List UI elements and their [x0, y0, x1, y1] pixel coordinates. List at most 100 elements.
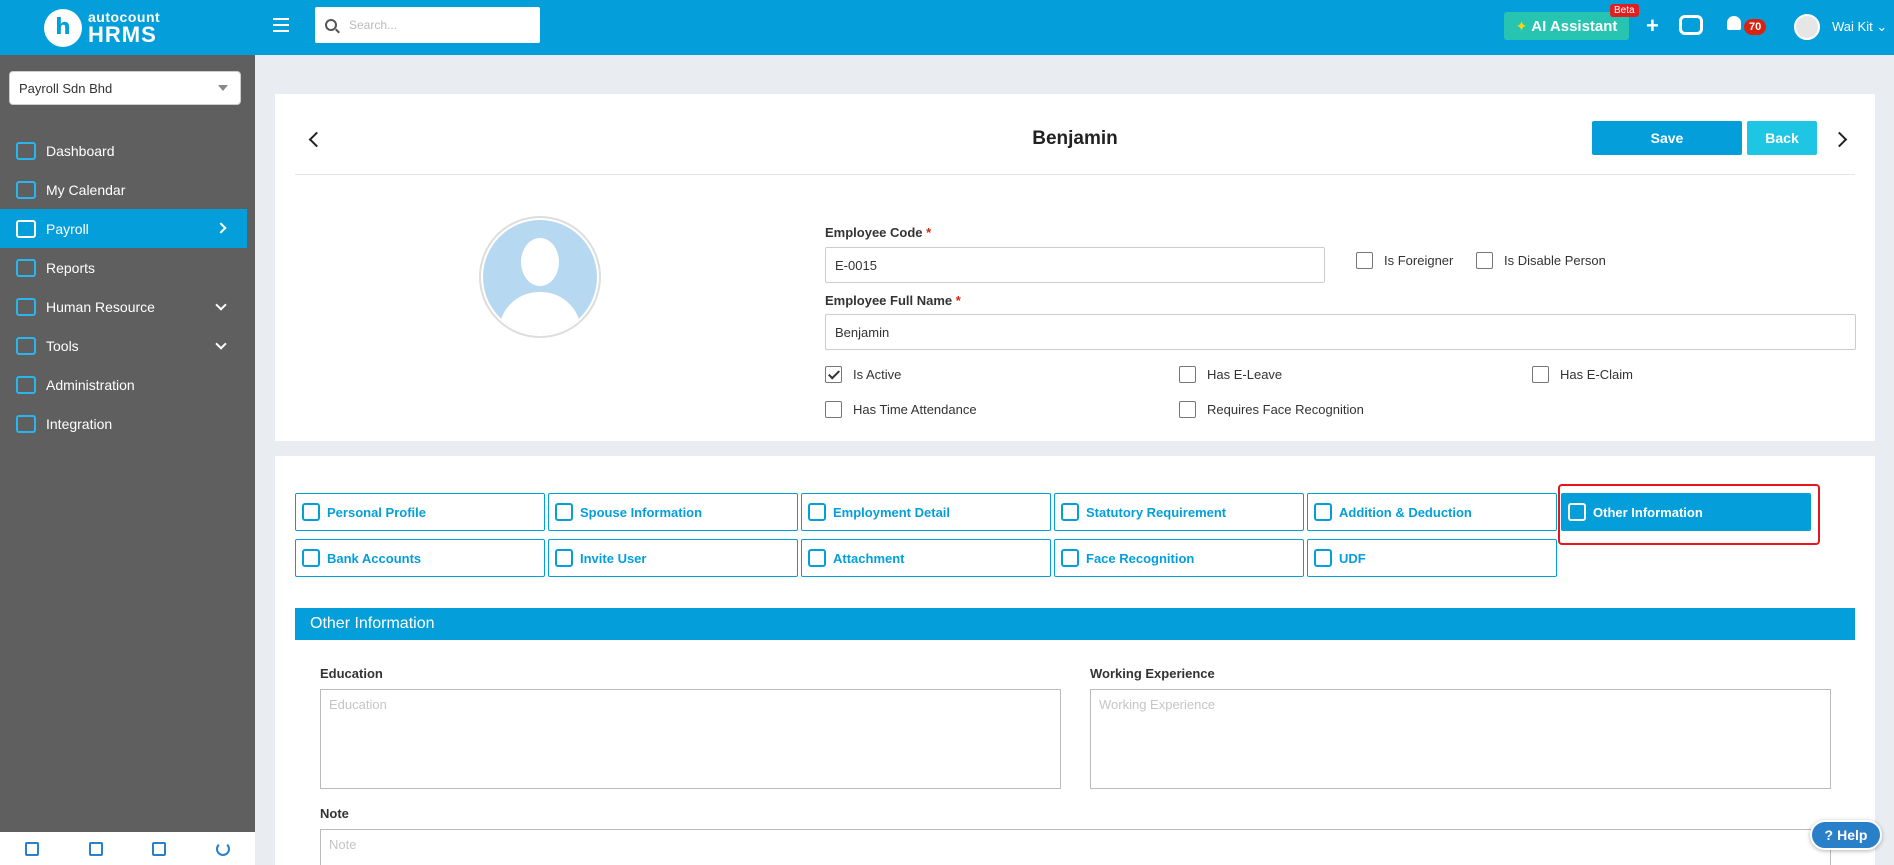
- sidebar-item-payroll[interactable]: Payroll: [0, 209, 247, 248]
- sidebar-item-tools[interactable]: Tools: [0, 326, 247, 365]
- employee-full-name-field[interactable]: [825, 314, 1856, 350]
- save-button[interactable]: Save: [1592, 121, 1742, 155]
- integration-icon: [16, 414, 36, 433]
- sidebar-item-integration[interactable]: Integration: [0, 404, 247, 443]
- company-select-value: Payroll Sdn Bhd: [19, 80, 113, 96]
- checkbox[interactable]: [825, 401, 842, 418]
- reports-icon: [16, 258, 36, 277]
- bank-icon: [302, 549, 320, 567]
- checkbox[interactable]: [1179, 366, 1196, 383]
- language-icon[interactable]: [152, 841, 167, 856]
- statutory-icon: [1061, 503, 1079, 521]
- avatar-placeholder-icon: [483, 220, 597, 334]
- tab-other-information[interactable]: Other Information: [1561, 493, 1811, 531]
- attachment-icon: [808, 549, 826, 567]
- fullscreen-icon[interactable]: [88, 841, 103, 856]
- checkbox[interactable]: [1476, 252, 1493, 269]
- sidebar: h autocount HRMS Payroll Sdn Bhd Dashboa…: [0, 0, 255, 865]
- sidebar-item-reports[interactable]: Reports: [0, 248, 247, 287]
- udf-icon: [1314, 549, 1332, 567]
- logo-mark: h: [44, 8, 82, 47]
- checkbox[interactable]: [1532, 366, 1549, 383]
- section-header-other-information: Other Information: [295, 608, 1855, 640]
- user-avatar[interactable]: [1794, 14, 1820, 40]
- checkbox[interactable]: [1356, 252, 1373, 269]
- add-icon[interactable]: +: [1646, 13, 1659, 39]
- employment-icon: [808, 503, 826, 521]
- personal-profile-icon: [302, 503, 320, 521]
- tab-attachment[interactable]: Attachment: [801, 539, 1051, 577]
- spouse-icon: [555, 503, 573, 521]
- tab-employment-detail[interactable]: Employment Detail: [801, 493, 1051, 531]
- help-icon: ?: [1824, 827, 1834, 843]
- tools-icon: [16, 336, 36, 355]
- search-input[interactable]: [349, 18, 529, 32]
- dashboard-icon: [16, 141, 36, 160]
- company-select[interactable]: Payroll Sdn Bhd: [9, 71, 241, 105]
- sidebar-nav: Dashboard My Calendar Payroll Reports Hu…: [0, 131, 247, 443]
- chevron-down-icon: [215, 338, 227, 350]
- sidebar-item-human-resource[interactable]: Human Resource: [0, 287, 247, 326]
- menu-toggle-icon[interactable]: [273, 18, 289, 32]
- education-label: Education: [320, 666, 383, 681]
- tab-personal-profile[interactable]: Personal Profile: [295, 493, 545, 531]
- human-resource-icon: [16, 297, 36, 316]
- topbar: ✦ AI Assistant Beta + 70 Wai Kit ⌄: [255, 0, 1894, 55]
- working-experience-textarea[interactable]: [1090, 689, 1831, 789]
- employee-code-label: Employee Code *: [825, 225, 932, 240]
- tab-invite-user[interactable]: Invite User: [548, 539, 798, 577]
- note-label: Note: [320, 806, 349, 821]
- administration-icon: [16, 375, 36, 394]
- chevron-right-icon: [215, 222, 227, 234]
- help-button[interactable]: ? Help: [1810, 820, 1882, 850]
- logout-icon[interactable]: [24, 841, 39, 856]
- sidebar-item-administration[interactable]: Administration: [0, 365, 247, 404]
- chevron-down-icon: [215, 299, 227, 311]
- is-foreigner-checkbox[interactable]: Is Foreigner: [1356, 252, 1453, 269]
- power-icon[interactable]: [216, 841, 231, 856]
- employee-header-card: Benjamin Save Back Employee Code * Is Fo…: [275, 94, 1875, 441]
- caret-down-icon: [218, 85, 228, 91]
- sidebar-item-my-calendar[interactable]: My Calendar: [0, 170, 247, 209]
- note-textarea[interactable]: [320, 829, 1831, 865]
- money-icon: [1314, 503, 1332, 521]
- sparkle-icon: ✦: [1515, 17, 1528, 34]
- tab-face-recognition[interactable]: Face Recognition: [1054, 539, 1304, 577]
- bell-icon[interactable]: [1727, 16, 1741, 30]
- is-active-checkbox[interactable]: Is Active: [825, 366, 901, 383]
- tab-udf[interactable]: UDF: [1307, 539, 1557, 577]
- has-time-attendance-checkbox[interactable]: Has Time Attendance: [825, 401, 977, 418]
- calendar-icon: [16, 180, 36, 199]
- is-disable-person-checkbox[interactable]: Is Disable Person: [1476, 252, 1606, 269]
- sidebar-footer: [0, 832, 255, 865]
- checkbox[interactable]: [825, 366, 842, 383]
- tab-bank-accounts[interactable]: Bank Accounts: [295, 539, 545, 577]
- search-icon: [325, 19, 337, 31]
- search-box: [315, 7, 540, 43]
- checkbox[interactable]: [1179, 401, 1196, 418]
- back-button[interactable]: Back: [1747, 121, 1817, 155]
- sidebar-item-dashboard[interactable]: Dashboard: [0, 131, 247, 170]
- invite-user-icon: [555, 549, 573, 567]
- logo[interactable]: h autocount HRMS: [0, 0, 255, 55]
- employee-photo[interactable]: [479, 216, 601, 338]
- face-recognition-icon: [1061, 549, 1079, 567]
- tab-statutory-requirement[interactable]: Statutory Requirement: [1054, 493, 1304, 531]
- sync-icon[interactable]: [1679, 15, 1703, 35]
- working-experience-label: Working Experience: [1090, 666, 1215, 681]
- tab-spouse-information[interactable]: Spouse Information: [548, 493, 798, 531]
- beta-badge: Beta: [1610, 4, 1639, 17]
- user-name-dropdown[interactable]: Wai Kit ⌄: [1832, 19, 1887, 35]
- logo-line2: HRMS: [88, 21, 157, 47]
- has-e-claim-checkbox[interactable]: Has E-Claim: [1532, 366, 1633, 383]
- employee-full-name-label: Employee Full Name *: [825, 293, 961, 308]
- requires-face-recognition-checkbox[interactable]: Requires Face Recognition: [1179, 401, 1364, 418]
- has-e-leave-checkbox[interactable]: Has E-Leave: [1179, 366, 1282, 383]
- education-textarea[interactable]: [320, 689, 1061, 789]
- payroll-icon: [16, 219, 36, 238]
- cv-icon: [1568, 503, 1586, 521]
- notification-badge: 70: [1744, 19, 1767, 35]
- employee-detail-card: Personal Profile Spouse Information Empl…: [275, 456, 1875, 865]
- tab-addition-deduction[interactable]: Addition & Deduction: [1307, 493, 1557, 531]
- employee-code-field[interactable]: [825, 247, 1325, 283]
